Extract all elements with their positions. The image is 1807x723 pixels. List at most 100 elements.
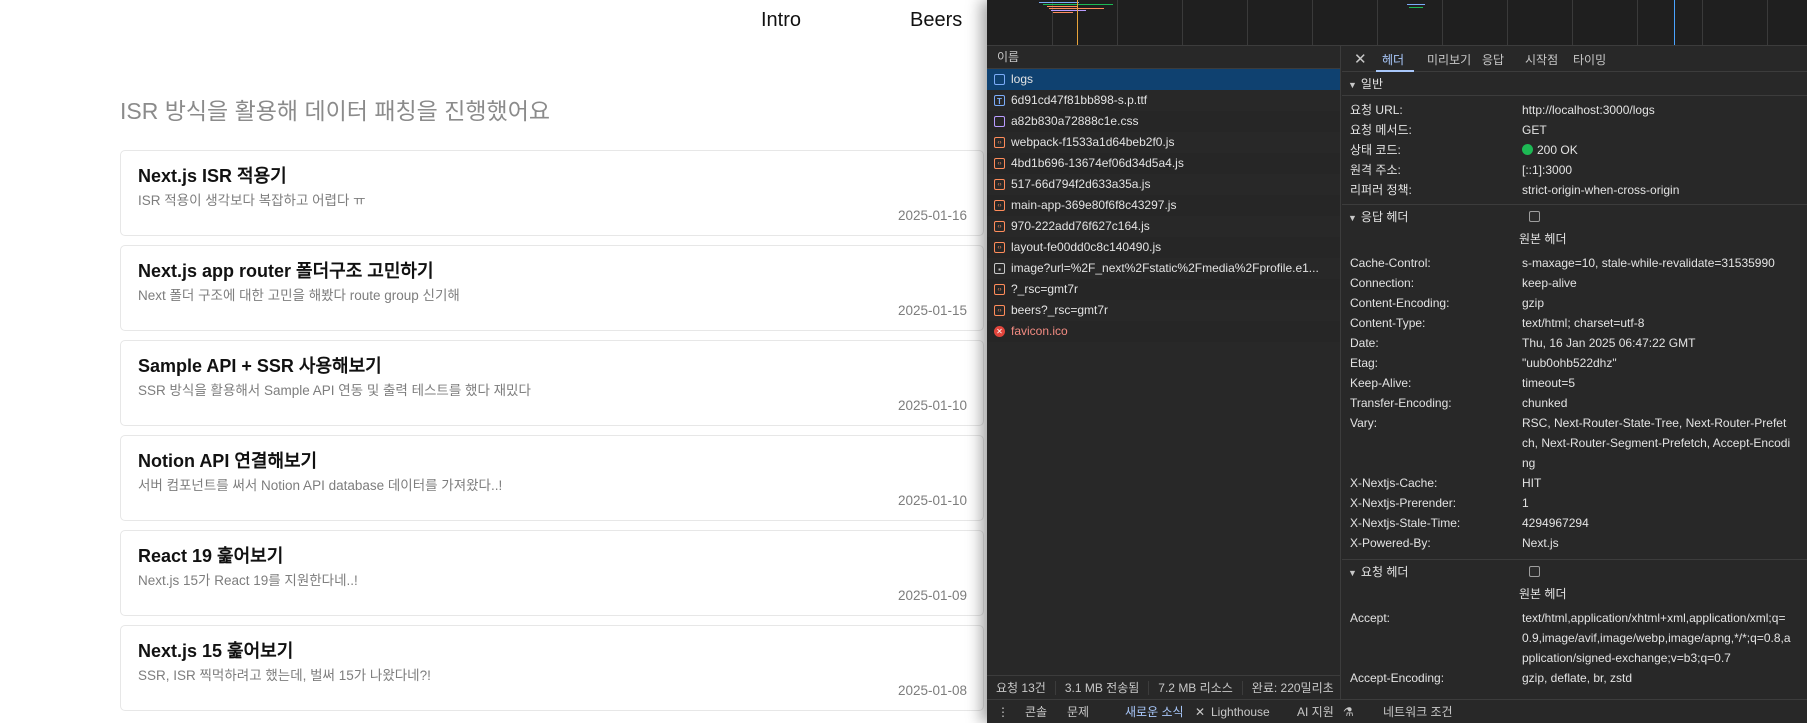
request-row[interactable]: ‹› layout-fe00dd0c8c140490.js: [987, 237, 1340, 258]
detail-tab[interactable]: 타이밍: [1573, 51, 1606, 68]
header-key: Accept-Encoding:: [1350, 671, 1445, 685]
detail-tab[interactable]: 시작점: [1525, 51, 1558, 68]
header-key: X-Nextjs-Stale-Time:: [1350, 516, 1461, 530]
post-title[interactable]: Next.js ISR 적용기: [138, 162, 287, 188]
header-key: Date:: [1350, 336, 1379, 350]
post-title[interactable]: Sample API + SSR 사용해보기: [138, 352, 382, 378]
detail-tab[interactable]: 응답: [1482, 51, 1504, 68]
request-row[interactable]: ‹› webpack-f1533a1d64beb2f0.js: [987, 132, 1340, 153]
request-row[interactable]: ✕ favicon.ico: [987, 321, 1340, 342]
post-card[interactable]: Next.js ISR 적용기 ISR 적용이 생각보다 복잡하고 어렵다 ㅠ 20…: [120, 150, 984, 236]
header-value-text: s-maxage=10, stale-while-revalidate=3153…: [1522, 256, 1775, 270]
header-value[interactable]: text/html,application/xhtml+xml,applicat…: [1522, 608, 1792, 668]
detail-tab[interactable]: 미리보기: [1427, 51, 1471, 68]
general-section: ▼ 일반 요청 URL: http://localhost:3000/logs 요청 …: [1342, 72, 1807, 204]
request-row[interactable]: ‹› ?_rsc=gmt7r: [987, 279, 1340, 300]
more-options-icon[interactable]: ⋮: [997, 700, 1009, 723]
post-title[interactable]: React 19 훑어보기: [138, 542, 283, 568]
header-value[interactable]: 4294967294: [1522, 513, 1792, 533]
close-icon[interactable]: ✕: [1354, 50, 1367, 68]
post-card[interactable]: Next.js app router 폴더구조 고민하기 Next 폴더 구조에 …: [120, 245, 984, 331]
header-value-text: gzip: [1522, 296, 1545, 310]
column-header-name[interactable]: 이름: [987, 46, 1340, 69]
header-value-text: 1: [1522, 496, 1529, 510]
header-value[interactable]: gzip, deflate, br, zstd: [1522, 668, 1792, 688]
post-title[interactable]: Notion API 연결해보기: [138, 447, 317, 473]
request-name: layout-fe00dd0c8c140490.js: [1011, 240, 1162, 254]
network-timeline-overview[interactable]: [987, 0, 1807, 46]
drawer-tab[interactable]: 네트워크 조건: [1383, 700, 1453, 723]
request-row[interactable]: ‹› 4bd1b696-13674ef06d34d5a4.js: [987, 153, 1340, 174]
script-icon: ‹›: [994, 242, 1005, 253]
error-icon: ✕: [994, 326, 1005, 337]
header-value-text: 200 OK: [1537, 143, 1578, 157]
request-name: favicon.ico: [1011, 324, 1068, 338]
header-value-text: HIT: [1522, 476, 1542, 490]
drawer-tab[interactable]: 문제: [1067, 700, 1089, 723]
detail-tab[interactable]: 헤더: [1382, 51, 1404, 68]
nav-link-intro[interactable]: Intro: [761, 9, 801, 32]
header-value[interactable]: [::1]:3000: [1522, 160, 1792, 180]
header-value[interactable]: Next.js: [1522, 533, 1792, 553]
header-value[interactable]: strict-origin-when-cross-origin: [1522, 180, 1792, 200]
header-value[interactable]: keep-alive: [1522, 273, 1792, 293]
header-value[interactable]: s-maxage=10, stale-while-revalidate=3153…: [1522, 253, 1792, 273]
general-section-header[interactable]: ▼ 일반: [1342, 72, 1807, 96]
header-value[interactable]: GET: [1522, 120, 1792, 140]
header-value[interactable]: RSC, Next-Router-State-Tree, Next-Router…: [1522, 413, 1792, 473]
header-value[interactable]: 200 OK: [1522, 140, 1792, 160]
header-value[interactable]: chunked: [1522, 393, 1792, 413]
raw-headers-checkbox[interactable]: [1529, 566, 1540, 577]
request-row[interactable]: ‹› beers?_rsc=gmt7r: [987, 300, 1340, 321]
timeline-gridline: [1312, 0, 1313, 45]
drawer-tab[interactable]: 콘솔: [1025, 700, 1047, 723]
script-icon: ‹›: [994, 179, 1005, 190]
request-row[interactable]: T 6d91cd47f81bb898-s.p.ttf: [987, 90, 1340, 111]
header-value[interactable]: text/html; charset=utf-8: [1522, 313, 1792, 333]
raw-headers-label: 원본 헤더: [1519, 587, 1567, 601]
header-value[interactable]: http://localhost:3000/logs: [1522, 100, 1792, 120]
request-row[interactable]: ‹› 970-222add76f627c164.js: [987, 216, 1340, 237]
request-headers-header[interactable]: ▼ 요청 헤더: [1342, 560, 1807, 584]
header-value[interactable]: "uub0ohb522dhz": [1522, 353, 1792, 373]
post-description: 서버 컴포넌트를 써서 Notion API database 데이터를 가져왔…: [138, 478, 503, 493]
stylesheet-icon: [994, 116, 1005, 127]
header-value[interactable]: HIT: [1522, 473, 1792, 493]
post-title[interactable]: Next.js app router 폴더구조 고민하기: [138, 257, 434, 283]
header-value[interactable]: gzip: [1522, 293, 1792, 313]
request-row[interactable]: ‹› main-app-369e80f6f8c43297.js: [987, 195, 1340, 216]
raw-headers-checkbox[interactable]: [1529, 211, 1540, 222]
post-date: 2025-01-16: [897, 208, 967, 223]
post-date: 2025-01-08: [897, 683, 967, 698]
header-key: X-Nextjs-Cache:: [1350, 476, 1438, 490]
response-header-items: Cache-Control: s-maxage=10, stale-while-r…: [1342, 249, 1807, 559]
request-row[interactable]: ‹› 517-66d794f2d633a35a.js: [987, 174, 1340, 195]
header-value[interactable]: timeout=5: [1522, 373, 1792, 393]
drawer-tab[interactable]: AI 지원: [1297, 700, 1334, 723]
nav-link-beers[interactable]: Beers: [910, 9, 962, 32]
post-card[interactable]: Notion API 연결해보기서버 컴포넌트를 써서 Notion API d…: [120, 435, 984, 521]
request-row[interactable]: a82b830a72888c1e.css: [987, 111, 1340, 132]
top-nav: Intro Beers: [0, 9, 988, 33]
request-list-panel: 이름 logs T 6d91cd47f81bb898-s.p.ttf a82b830a…: [987, 46, 1341, 723]
header-key: Connection:: [1350, 276, 1415, 290]
header-row: X-Nextjs-Prerender: 1: [1342, 493, 1807, 513]
post-card[interactable]: Sample API + SSR 사용해보기 SSR 방식을 활용해서 Sampl…: [120, 340, 984, 426]
post-card[interactable]: React 19 훑어보기 Next.js 15가 React 19를 지원한다네…: [120, 530, 984, 616]
request-row[interactable]: ▪ image?url=%2F_next%2Fstatic%2Fmedia%2Fp…: [987, 258, 1340, 279]
request-name: webpack-f1533a1d64beb2f0.js: [1011, 135, 1175, 149]
header-key: 상태 코드:: [1350, 143, 1401, 157]
response-headers-header[interactable]: ▼ 응답 헤더: [1342, 205, 1807, 229]
post-title[interactable]: Next.js 15 훑어보기: [138, 637, 293, 663]
drawer-tab[interactable]: Lighthouse: [1211, 700, 1270, 723]
post-card[interactable]: Next.js 15 훑어보기 SSR, ISR 찍먹하려고 했는데, 벌써 15…: [120, 625, 984, 711]
header-value[interactable]: 1: [1522, 493, 1792, 513]
close-icon[interactable]: ✕: [1195, 700, 1205, 723]
drawer-tab[interactable]: 새로운 소식: [1125, 700, 1184, 723]
status-ok-icon: [1522, 144, 1533, 155]
request-name: main-app-369e80f6f8c43297.js: [1011, 198, 1177, 212]
post-description: Next 폴더 구조에 대한 고민을 해봤다 route group 신기해: [138, 288, 460, 303]
header-row: Vary: RSC, Next-Router-State-Tree, Next-R…: [1342, 413, 1807, 473]
header-value[interactable]: Thu, 16 Jan 2025 06:47:22 GMT: [1522, 333, 1792, 353]
request-row[interactable]: logs: [987, 69, 1340, 90]
